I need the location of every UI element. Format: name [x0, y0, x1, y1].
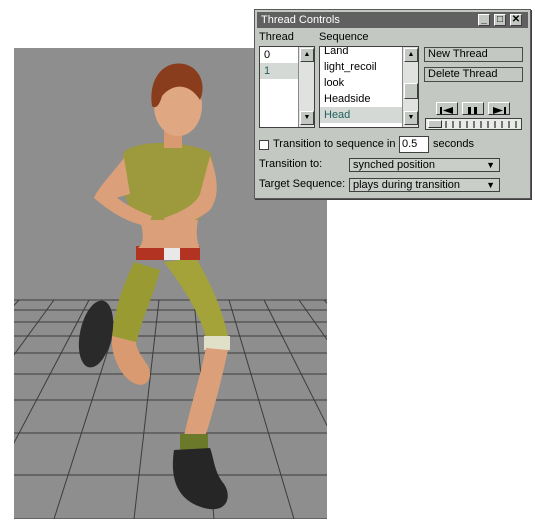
minimize-button[interactable]: _ [478, 14, 490, 26]
chevron-down-icon: ▼ [486, 180, 495, 190]
thread-header: Thread [259, 31, 294, 43]
target-sequence-value: plays during transition [353, 179, 461, 191]
floor-grid [14, 299, 327, 519]
thread-scrollbar[interactable]: ▲ ▼ [298, 47, 314, 127]
sequence-scrollbar[interactable]: ▲ ▼ [402, 47, 418, 127]
scroll-down-icon[interactable]: ▼ [404, 111, 418, 125]
scroll-down-icon[interactable]: ▼ [300, 111, 314, 125]
transition-to-label: Transition to: [259, 158, 323, 170]
seconds-label: seconds [433, 138, 474, 150]
rewind-icon [440, 107, 453, 114]
delete-thread-button[interactable]: Delete Thread [424, 67, 523, 82]
play-icon [493, 107, 506, 114]
play-button[interactable] [488, 102, 510, 115]
maximize-button[interactable]: □ [494, 14, 506, 26]
target-sequence-label: Target Sequence: [259, 178, 346, 190]
thread-controls-window: Thread Controls _ □ ✕ Thread Sequence 0 … [254, 9, 531, 199]
rewind-button[interactable] [436, 102, 458, 115]
playback-position-slider[interactable] [425, 118, 522, 130]
window-titlebar[interactable]: Thread Controls _ □ ✕ [257, 12, 528, 28]
transition-to-dropdown[interactable]: synched position ▼ [349, 158, 500, 172]
pause-button[interactable] [462, 102, 484, 115]
sequence-header: Sequence [319, 31, 369, 43]
new-thread-button[interactable]: New Thread [424, 47, 523, 62]
scroll-thumb[interactable] [404, 83, 418, 99]
sequence-list[interactable]: Land light_recoil look Headside Head ▲ ▼ [319, 46, 419, 128]
character-figure [78, 63, 230, 510]
transition-to-value: synched position [353, 159, 435, 171]
target-sequence-dropdown[interactable]: plays during transition ▼ [349, 178, 500, 192]
thread-list[interactable]: 0 1 ▲ ▼ [259, 46, 315, 128]
close-button[interactable]: ✕ [510, 14, 522, 26]
window-title: Thread Controls [261, 14, 340, 26]
scroll-up-icon[interactable]: ▲ [300, 48, 314, 62]
scroll-up-icon[interactable]: ▲ [404, 48, 418, 62]
slider-knob[interactable] [428, 120, 442, 128]
transition-checkbox[interactable] [259, 140, 269, 150]
chevron-down-icon: ▼ [486, 160, 495, 170]
transition-seconds-input[interactable]: 0.5 [399, 136, 429, 153]
transition-checkbox-label: Transition to sequence in [273, 138, 396, 150]
pause-icon [468, 107, 477, 114]
